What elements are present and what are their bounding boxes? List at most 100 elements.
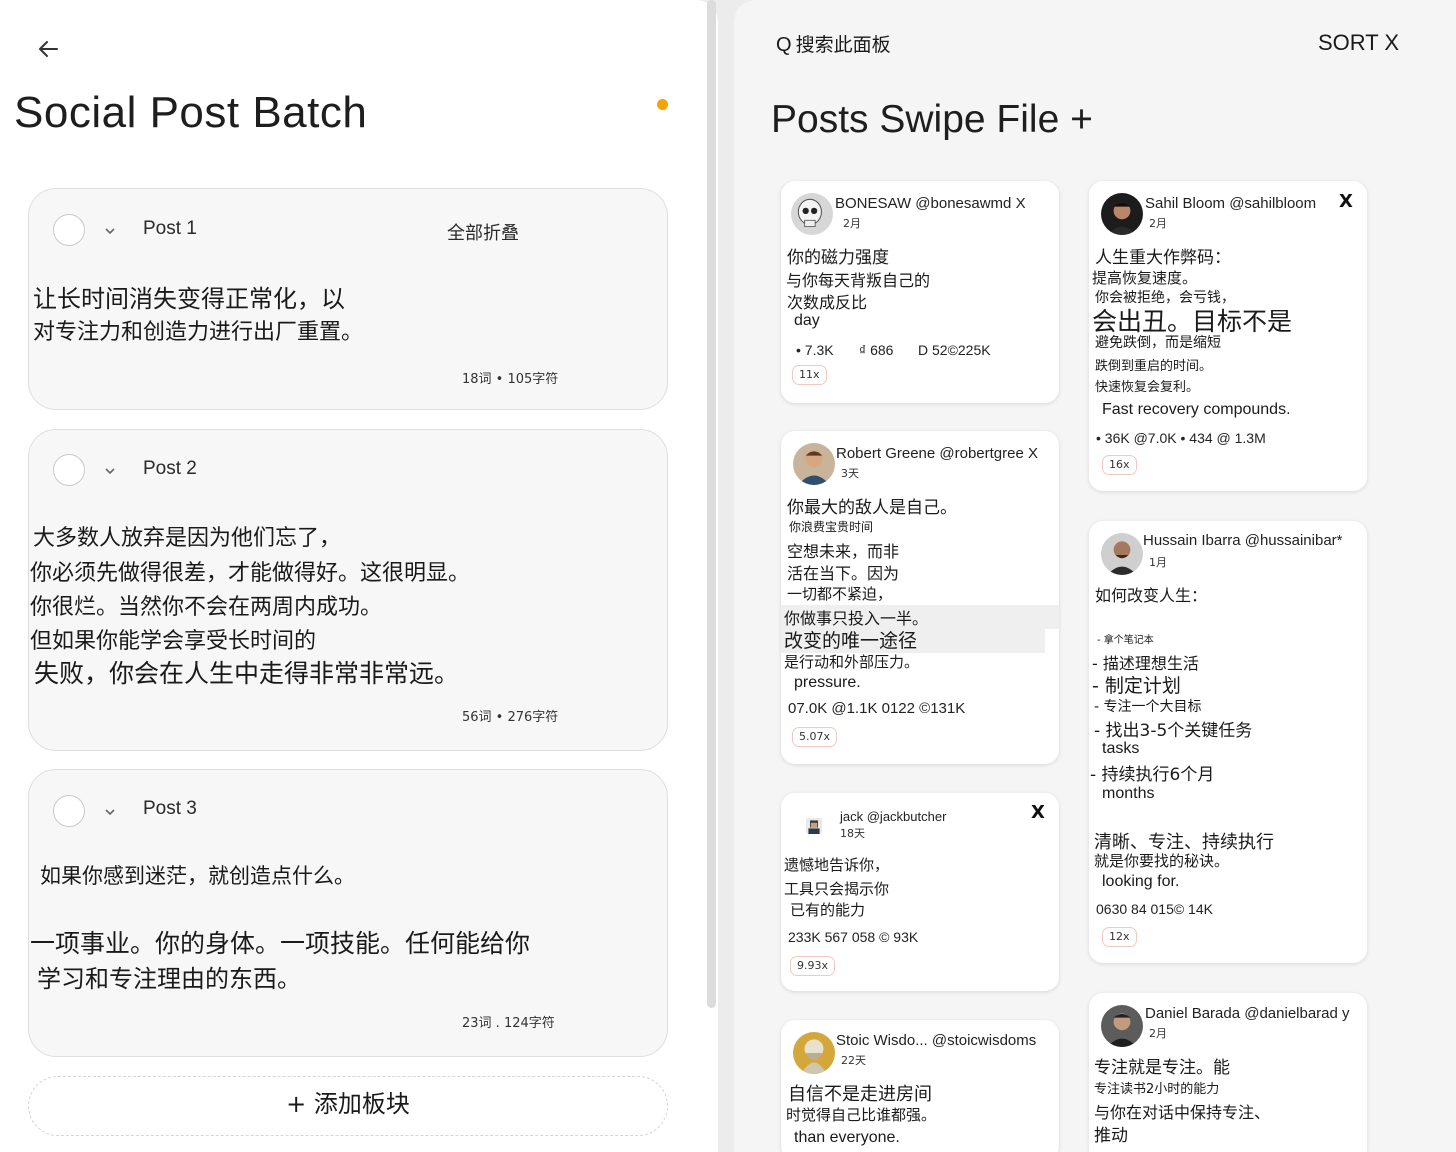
chevron-down-icon[interactable] (103, 226, 117, 236)
swipe-card-bonesaw[interactable]: BONESAW @bonesawmd X 2月 你的磁力强度 与你每天背叛自己的… (781, 181, 1059, 403)
card-author: Hussain Ibarra @hussainibar* (1143, 532, 1343, 549)
card-author: BONESAW @bonesawmd X (835, 195, 1026, 212)
card-text-line: 是行动和外部压力。 (784, 653, 920, 671)
card-text-line: 工具只会揭示你 (784, 880, 890, 898)
card-text-line: 如何改变人生： (1095, 586, 1208, 605)
post-text-line[interactable]: 学习和专注理由的东西。 (37, 959, 301, 994)
post-label: Post 1 (143, 218, 197, 239)
swipe-card-jack[interactable]: jack @jackbutcher 18天 X 遗憾地告诉你， 工具只会揭示你 … (781, 793, 1059, 991)
back-arrow-icon[interactable] (36, 36, 62, 62)
swipe-card-robert-greene[interactable]: Robert Greene @robertgree X 3天 你最大的敌人是自己… (781, 431, 1059, 764)
chevron-down-icon[interactable] (103, 466, 117, 476)
card-age: 2月 (843, 217, 861, 230)
person-avatar (1101, 193, 1143, 235)
card-age: 22天 (841, 1054, 866, 1067)
page-title: Social Post Batch (14, 88, 368, 137)
card-text-line: Fast recovery compounds. (1102, 401, 1291, 418)
skull-avatar (791, 193, 833, 235)
card-author: Robert Greene @robertgree X (836, 445, 1038, 462)
card-text-line: day (794, 312, 820, 329)
card-metric: 0630 84 015© 14K (1096, 901, 1213, 917)
card-text-line: 就是你要找的秘诀。 (1094, 852, 1230, 870)
post-label: Post 3 (143, 798, 197, 819)
scrollbar[interactable] (707, 0, 716, 1008)
status-dot (657, 99, 668, 110)
card-text-line: 避免跌倒，而是缩短 (1095, 335, 1221, 351)
post-text-line[interactable]: 失败，你会在人生中走得非常非常远。 (34, 654, 459, 690)
multiplier-badge: 12x (1102, 927, 1137, 947)
card-metric: ₫ 686 (859, 342, 894, 358)
card-text-line: 一切都不紧迫， (787, 585, 893, 603)
card-metric: 07.0K @1.1K 0122 ©131K (788, 700, 966, 717)
person-avatar (1101, 533, 1143, 575)
card-text-line: - 拿个笔记本 (1097, 635, 1154, 646)
post-select-checkbox[interactable] (53, 214, 85, 246)
card-text-line: months (1102, 785, 1155, 802)
card-text-line: 快速恢复会复利。 (1095, 380, 1200, 395)
person-avatar (806, 818, 822, 834)
post-text-line[interactable]: 对专注力和创造力进行出厂重置。 (33, 314, 363, 346)
card-text-line: 专注读书2小时的能力 (1094, 1082, 1220, 1097)
board-title-text: Posts Swipe File (771, 98, 1060, 141)
add-block-button[interactable]: + 添加板块 (28, 1076, 668, 1136)
card-metric: • 7.3K (796, 342, 834, 358)
swipe-card-hussain-ibarra[interactable]: Hussain Ibarra @hussainibar* 1月 如何改变人生： … (1089, 521, 1367, 963)
swipe-card-daniel-barada[interactable]: Daniel Barada @danielbarad y 2月 专注就是专注。能… (1089, 993, 1367, 1152)
card-text-line: - 专注一个大目标 (1094, 699, 1202, 715)
multiplier-badge: 16x (1102, 455, 1137, 475)
post-text-line[interactable]: 大多数人放弃是因为他们忘了， (33, 520, 341, 552)
collapse-all-button[interactable]: 全部折叠 (447, 219, 519, 245)
search-icon: Q (776, 34, 792, 56)
post-card-2[interactable]: Post 2 大多数人放弃是因为他们忘了， 你必须先做得很差，才能做得好。这很明… (28, 429, 668, 751)
person-avatar (1101, 1005, 1143, 1047)
card-text-line: 你最大的敌人是自己。 (787, 498, 957, 518)
card-author: jack @jackbutcher (840, 809, 947, 824)
post-text-line[interactable]: 一项事业。你的身体。一项技能。任何能给你 (30, 924, 530, 960)
card-author: Daniel Barada @danielbarad y (1145, 1005, 1350, 1022)
card-age: 3天 (841, 467, 859, 480)
multiplier-badge: 5.07x (792, 727, 838, 747)
post-batch-panel: Social Post Batch Post 1 全部折叠 让长时间消失变得正常… (0, 0, 718, 1152)
card-text-line: 专注就是专注。能 (1094, 1058, 1230, 1078)
card-text-line: 你的磁力强度 (787, 248, 889, 268)
post-card-3[interactable]: Post 3 如果你感到迷茫，就创造点什么。 一项事业。你的身体。一项技能。任何… (28, 769, 668, 1057)
post-stats: 56词 • 276字符 (462, 710, 559, 725)
search-input[interactable]: Q 搜索此面板 (776, 30, 891, 57)
post-select-checkbox[interactable] (53, 454, 85, 486)
post-text-line[interactable]: 如果你感到迷茫，就创造点什么。 (40, 860, 355, 890)
add-post-button[interactable]: + (1070, 98, 1093, 141)
post-text-line[interactable]: 但如果你能学会享受长时间的 (30, 623, 316, 655)
card-text-line: 遗憾地告诉你， (784, 856, 890, 874)
swipe-card-sahil-bloom[interactable]: Sahil Bloom @sahilbloom 2月 X 人生重大作弊码： 提高… (1089, 181, 1367, 491)
post-card-1[interactable]: Post 1 全部折叠 让长时间消失变得正常化，以 对专注力和创造力进行出厂重置… (28, 188, 668, 410)
x-logo-icon[interactable]: X (1339, 191, 1353, 212)
x-logo-icon[interactable]: X (1031, 802, 1045, 823)
swipe-card-stoic-wisdom[interactable]: Stoic Wisdo... @stoicwisdoms 22天 自信不是走进房… (781, 1020, 1059, 1152)
card-text-line: - 找出3-5个关键任务 (1094, 721, 1253, 741)
post-stats: 18词 • 105字符 (462, 372, 559, 387)
post-select-checkbox[interactable] (53, 795, 85, 827)
card-text-line: 跌倒到重启的时间。 (1095, 359, 1213, 374)
chevron-down-icon[interactable] (103, 807, 117, 817)
swipe-file-panel: Q 搜索此面板 SORT X Posts Swipe File + BONESAW… (734, 0, 1456, 1152)
post-text-line[interactable]: 让长时间消失变得正常化，以 (33, 279, 345, 314)
card-text-line: 与你每天背叛自己的 (786, 271, 931, 290)
card-text-line: 空想未来，而非 (787, 542, 900, 561)
multiplier-badge: 11x (792, 365, 827, 385)
card-text-line: 改变的唯一途径 (784, 630, 918, 652)
card-text-line: 提高恢复速度。 (1092, 269, 1198, 287)
card-text-line: 已有的能力 (790, 901, 866, 919)
card-text-line: 人生重大作弊码： (1095, 248, 1231, 268)
card-text-line: - 持续执行6个月 (1090, 765, 1215, 785)
card-text-line: 时觉得自己比谁都强。 (786, 1106, 937, 1124)
card-text-line: pressure. (794, 674, 861, 691)
post-text-line[interactable]: 你必须先做得很差，才能做得好。这很明显。 (30, 555, 470, 587)
card-text-line: looking for. (1102, 873, 1180, 890)
card-age: 18天 (840, 827, 865, 840)
card-metric: • 36K @7.0K • 434 @ 1.3M (1096, 430, 1266, 446)
post-text-line[interactable]: 你很烂。当然你不会在两周内成功。 (30, 589, 382, 621)
sort-button[interactable]: SORT X (1318, 30, 1399, 56)
card-metric: D 52©225K (918, 342, 991, 358)
multiplier-badge: 9.93x (790, 956, 836, 976)
card-age: 2月 (1149, 1027, 1167, 1040)
